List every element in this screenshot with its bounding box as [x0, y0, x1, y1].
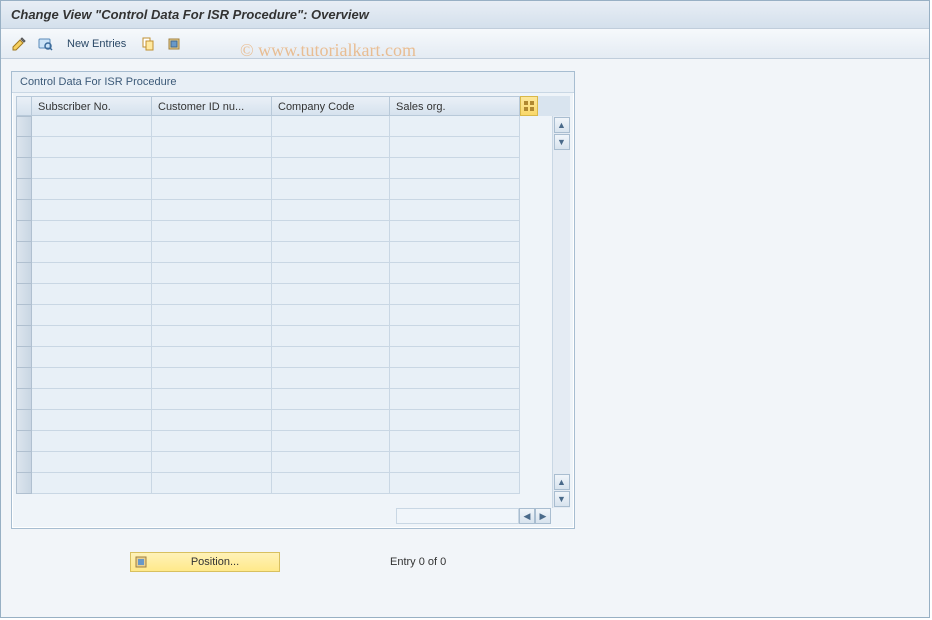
col-sales[interactable]: Sales org. [390, 96, 520, 116]
groupbox: Control Data For ISR Procedure Subscribe… [11, 71, 575, 529]
table-row[interactable] [16, 137, 552, 158]
scroll-left-icon[interactable]: ◀ [519, 508, 535, 524]
row-selector[interactable] [16, 431, 32, 452]
table-row[interactable] [16, 221, 552, 242]
title-bar: Change View "Control Data For ISR Proced… [1, 1, 929, 29]
table-row[interactable] [16, 473, 552, 494]
change-icon[interactable] [9, 34, 29, 54]
table-row[interactable] [16, 179, 552, 200]
copy-icon[interactable] [138, 34, 158, 54]
table-row[interactable] [16, 200, 552, 221]
table-row[interactable] [16, 410, 552, 431]
row-selector[interactable] [16, 305, 32, 326]
table-row[interactable] [16, 326, 552, 347]
table-row[interactable] [16, 389, 552, 410]
table-row[interactable] [16, 116, 552, 137]
table-body: ▲ ▼ ▲ ▼ [16, 116, 570, 508]
table-row[interactable] [16, 242, 552, 263]
position-icon [131, 555, 151, 569]
col-subscriber[interactable]: Subscriber No. [32, 96, 152, 116]
row-selector[interactable] [16, 284, 32, 305]
row-selector[interactable] [16, 326, 32, 347]
footer: Position... Entry 0 of 0 [130, 552, 446, 572]
table-row[interactable] [16, 284, 552, 305]
table-row[interactable] [16, 158, 552, 179]
row-selector[interactable] [16, 179, 32, 200]
hscroll-track[interactable] [396, 508, 519, 524]
table-rows [16, 116, 552, 508]
content-area: Control Data For ISR Procedure Subscribe… [1, 59, 929, 541]
row-selector[interactable] [16, 347, 32, 368]
position-button[interactable]: Position... [130, 552, 280, 572]
table-settings-button[interactable] [520, 96, 538, 116]
table-row[interactable] [16, 452, 552, 473]
horizontal-scrollbar[interactable]: ◀ ▶ [396, 508, 551, 524]
other-view-icon[interactable] [35, 34, 55, 54]
new-entries-button[interactable]: New Entries [61, 38, 132, 50]
row-selector[interactable] [16, 263, 32, 284]
row-selector[interactable] [16, 137, 32, 158]
app-window: Change View "Control Data For ISR Proced… [0, 0, 930, 618]
row-selector[interactable] [16, 473, 32, 494]
entry-count: Entry 0 of 0 [390, 556, 446, 568]
table-row[interactable] [16, 263, 552, 284]
row-selector[interactable] [16, 158, 32, 179]
table-row[interactable] [16, 347, 552, 368]
row-selector[interactable] [16, 242, 32, 263]
row-selector[interactable] [16, 410, 32, 431]
scroll-right-icon[interactable]: ▶ [535, 508, 551, 524]
row-selector[interactable] [16, 200, 32, 221]
page-title: Change View "Control Data For ISR Proced… [11, 7, 369, 22]
table-header: Subscriber No. Customer ID nu... Company… [16, 96, 570, 116]
toolbar: New Entries [1, 29, 929, 59]
position-label: Position... [151, 556, 279, 568]
scroll-down-icon[interactable]: ▼ [554, 491, 570, 507]
table-row[interactable] [16, 305, 552, 326]
row-selector-header[interactable] [16, 96, 32, 116]
delete-icon[interactable] [164, 34, 184, 54]
vertical-scrollbar[interactable]: ▲ ▼ ▲ ▼ [552, 116, 570, 508]
row-selector[interactable] [16, 221, 32, 242]
scroll-down-icon[interactable]: ▼ [554, 134, 570, 150]
table-row[interactable] [16, 368, 552, 389]
row-selector[interactable] [16, 452, 32, 473]
groupbox-title: Control Data For ISR Procedure [12, 72, 574, 93]
table-container: Subscriber No. Customer ID nu... Company… [16, 96, 570, 524]
scroll-up-icon[interactable]: ▲ [554, 117, 570, 133]
col-company[interactable]: Company Code [272, 96, 390, 116]
row-selector[interactable] [16, 368, 32, 389]
row-selector[interactable] [16, 389, 32, 410]
row-selector[interactable] [16, 116, 32, 137]
table-row[interactable] [16, 431, 552, 452]
col-customer[interactable]: Customer ID nu... [152, 96, 272, 116]
scroll-up-icon[interactable]: ▲ [554, 474, 570, 490]
